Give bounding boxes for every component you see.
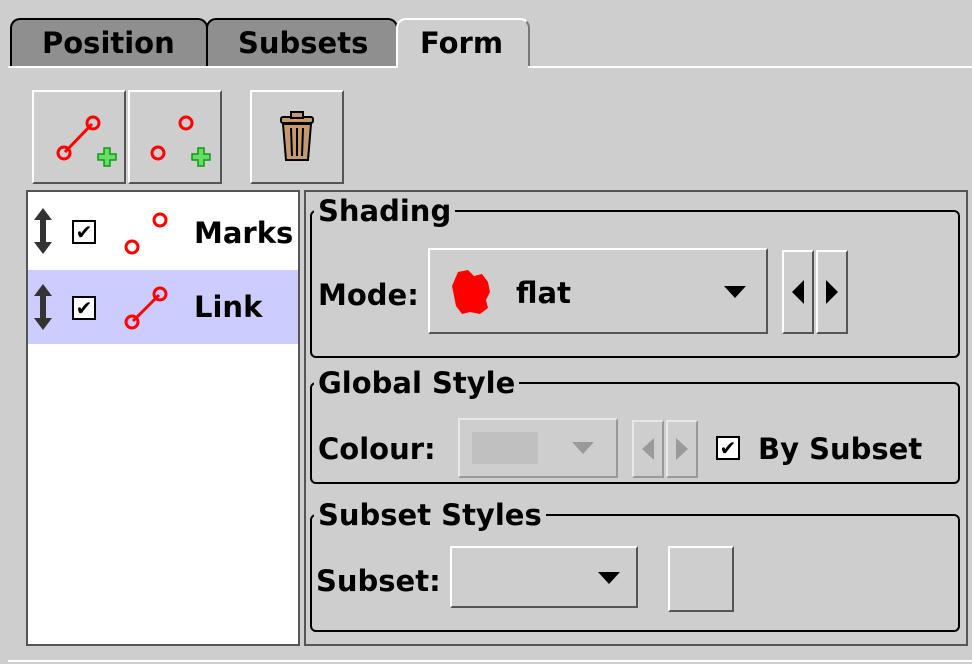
colour-select[interactable]: [458, 418, 618, 478]
drag-handle-icon: [34, 284, 52, 330]
add-marks-layer-icon: [150, 115, 211, 167]
mode-value: flat: [516, 276, 571, 310]
layer-visible-checkbox[interactable]: ✔: [72, 296, 96, 320]
tab-subsets[interactable]: Subsets: [206, 18, 398, 66]
layer-label: Marks: [194, 216, 294, 250]
layer-visible-checkbox[interactable]: ✔: [72, 220, 96, 244]
layer-label: Link: [194, 290, 263, 324]
trash-icon: [280, 111, 314, 161]
checkmark: ✔: [75, 220, 93, 244]
colour-prev-button[interactable]: [632, 420, 664, 478]
colour-label: Colour:: [318, 432, 436, 466]
layer-list[interactable]: ✔ Marks ✔ Link: [26, 190, 300, 646]
tab-form[interactable]: Form: [396, 18, 530, 68]
by-subset-checkbox[interactable]: ✔: [716, 436, 740, 460]
subset-styles-title: Subset Styles: [318, 498, 542, 532]
subset-label: Subset:: [316, 564, 441, 598]
mode-select[interactable]: flat: [428, 248, 768, 334]
checkmark: ✔: [719, 436, 737, 460]
marks-icon: [124, 212, 168, 255]
triangle-right-icon: [676, 438, 688, 460]
subset-select[interactable]: [450, 546, 638, 608]
delete-layer-button[interactable]: [250, 90, 344, 184]
chevron-down-icon: [572, 442, 594, 454]
mode-next-button[interactable]: [816, 250, 848, 334]
tab-form-label: Form: [420, 26, 504, 60]
triangle-right-icon: [826, 280, 838, 304]
layer-form-panel: Shading Mode: flat Global Style Colour: …: [304, 190, 968, 646]
colour-swatch: [472, 432, 538, 464]
mode-prev-button[interactable]: [782, 250, 814, 334]
link-icon: [124, 286, 168, 330]
triangle-left-icon: [642, 438, 654, 460]
subset-style-button[interactable]: [668, 546, 734, 612]
tab-subsets-label: Subsets: [238, 26, 369, 60]
tab-position-label: Position: [42, 26, 175, 60]
mode-label: Mode:: [318, 278, 419, 312]
chevron-down-icon: [598, 572, 620, 584]
layer-row-marks[interactable]: ✔ Marks: [28, 196, 298, 270]
triangle-left-icon: [792, 280, 804, 304]
drag-handle-icon: [34, 208, 52, 254]
tab-position[interactable]: Position: [10, 18, 208, 66]
add-marks-layer-button[interactable]: [128, 90, 222, 184]
global-style-title: Global Style: [318, 366, 516, 400]
flat-shading-icon: [452, 270, 490, 314]
colour-next-button[interactable]: [666, 420, 698, 478]
add-link-layer-button[interactable]: [32, 90, 126, 184]
add-link-layer-icon: [56, 115, 117, 167]
layer-row-link[interactable]: ✔ Link: [28, 270, 298, 344]
shading-title: Shading: [318, 194, 452, 228]
checkmark: ✔: [75, 296, 93, 320]
bottom-divider: [8, 660, 972, 662]
by-subset-label: By Subset: [758, 432, 923, 466]
chevron-down-icon: [724, 286, 746, 298]
